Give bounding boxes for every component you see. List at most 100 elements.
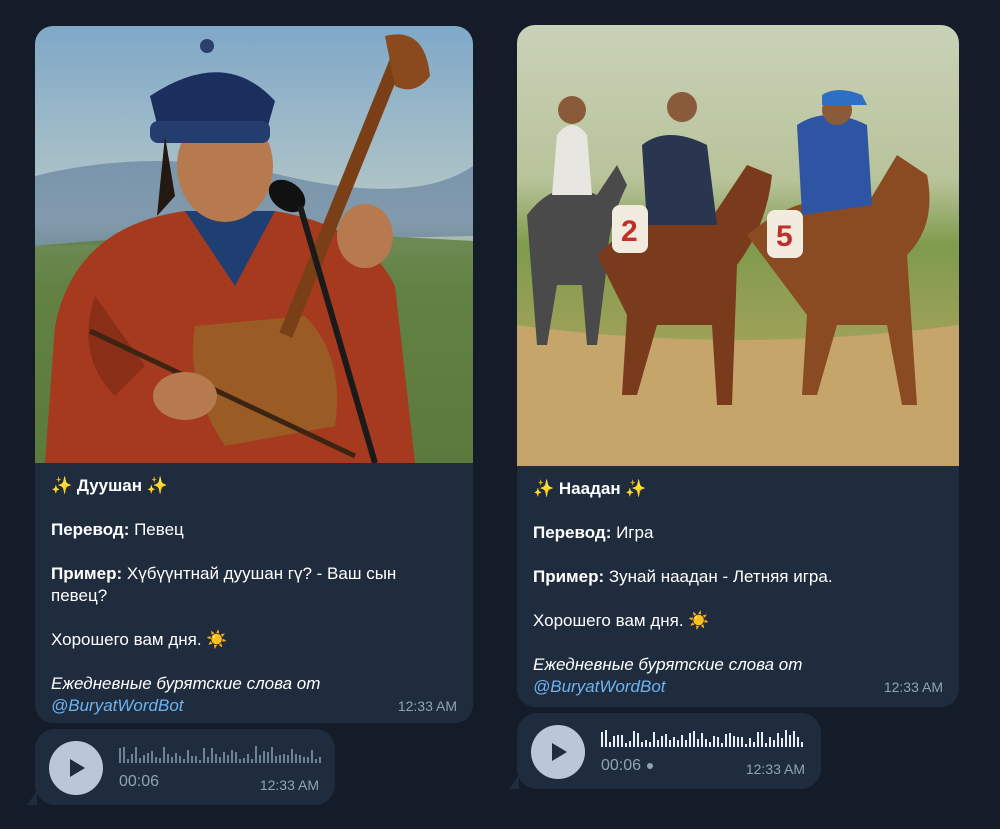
waveform-bar <box>263 751 265 763</box>
waveform-bar <box>195 756 197 763</box>
waveform-bar <box>673 737 675 747</box>
example-line: Пример: Хүбүүнтнай дуушан гү? - Ваш сын … <box>51 564 397 605</box>
sparkle-icon: ✨ <box>533 479 555 498</box>
waveform-bar <box>231 750 233 763</box>
voice-duration: 00:06 <box>119 773 160 790</box>
waveform-bar <box>649 742 651 747</box>
waveform-bar <box>291 749 293 763</box>
message-bubble-naadan[interactable]: 2 5 ✨ Наадан ✨ Перевод: Игра Пример: Зун… <box>517 25 959 707</box>
waveform-bar <box>701 733 703 747</box>
waveform-bar <box>629 741 631 747</box>
photo-singer[interactable] <box>35 26 473 463</box>
voice-time: 12:33 AM <box>745 761 805 777</box>
message-bubble-duushan[interactable]: ✨ Дуушан ✨ Перевод: Певец Пример: Хүбүүн… <box>35 26 473 723</box>
waveform-bar <box>247 754 249 763</box>
waveform-bar <box>697 739 699 747</box>
waveform-bar <box>175 753 177 763</box>
waveform-bar <box>143 755 145 763</box>
waveform-bar <box>769 737 771 747</box>
waveform-bar <box>713 736 715 747</box>
voice-duration: 00:06 <box>601 757 654 775</box>
waveform-bar <box>693 731 695 747</box>
waveform-bar <box>179 756 181 763</box>
waveform-bar <box>147 753 149 763</box>
waveform-bar <box>307 757 309 763</box>
word-title: ✨ Дуушан ✨ <box>51 476 168 495</box>
waveform-bar <box>251 759 253 763</box>
waveform-bar <box>315 759 317 763</box>
bot-link[interactable]: @BuryatWordBot <box>533 677 666 696</box>
waveform-bar <box>777 733 779 747</box>
play-icon <box>70 759 85 777</box>
translation-line: Перевод: Певец <box>51 520 184 539</box>
waveform-bar <box>657 740 659 747</box>
waveform-bar <box>227 755 229 763</box>
waveform-bar <box>131 754 133 763</box>
waveform-bar <box>761 732 763 747</box>
waveform-bar <box>159 758 161 763</box>
waveform-bar <box>215 754 217 763</box>
sparkle-icon: ✨ <box>146 476 168 495</box>
waveform-bar <box>785 730 787 747</box>
waveform-bar <box>255 746 257 763</box>
sun-icon: ☀️ <box>688 611 710 630</box>
sparkle-icon: ✨ <box>51 476 73 495</box>
waveform-bar <box>621 735 623 747</box>
waveform-bar <box>669 740 671 747</box>
waveform-bar <box>183 759 185 763</box>
waveform-bar <box>601 732 603 747</box>
translation-line: Перевод: Игра <box>533 523 654 542</box>
waveform-bar <box>725 734 727 747</box>
waveform-bar <box>741 737 743 747</box>
voice-message[interactable]: 00:06 12:33 AM <box>27 729 335 805</box>
waveform-bar <box>275 756 277 763</box>
sun-icon: ☀️ <box>206 630 228 649</box>
waveform-bar <box>123 747 125 763</box>
waveform-bar <box>637 733 639 747</box>
waveform-bar <box>661 736 663 747</box>
waveform-bar <box>271 747 273 763</box>
waveform-bar <box>613 736 615 747</box>
waveform[interactable] <box>119 745 324 765</box>
waveform-bar <box>733 736 735 747</box>
waveform-bar <box>267 752 269 763</box>
waveform-bar <box>753 742 755 747</box>
waveform-bar <box>223 752 225 763</box>
word-title: ✨ Наадан ✨ <box>533 479 647 498</box>
waveform-bar <box>279 755 281 763</box>
footer-line: Ежедневные бурятские слова от @BuryatWord… <box>533 655 803 696</box>
waveform-bar <box>681 735 683 747</box>
waveform-bar <box>749 738 751 747</box>
waveform-bar <box>641 742 643 747</box>
greeting-line: Хорошего вам дня. ☀️ <box>533 611 710 630</box>
play-icon <box>552 743 567 761</box>
waveform-bar <box>167 754 169 763</box>
waveform-bar <box>721 743 723 747</box>
waveform-bar <box>737 737 739 747</box>
waveform-bar <box>119 748 121 763</box>
waveform-bar <box>625 743 627 747</box>
bot-link[interactable]: @BuryatWordBot <box>51 696 184 715</box>
waveform-bar <box>757 732 759 747</box>
waveform-bar <box>283 754 285 763</box>
example-line: Пример: Зунай наадан - Летняя игра. <box>533 567 833 586</box>
voice-message[interactable]: 00:06 12:33 AM <box>509 713 821 789</box>
waveform-bar <box>797 737 799 747</box>
waveform-bar <box>259 755 261 763</box>
waveform-bar <box>171 757 173 763</box>
waveform-bar <box>689 733 691 747</box>
waveform-bar <box>239 759 241 763</box>
waveform-bar <box>645 740 647 747</box>
waveform[interactable] <box>601 729 806 749</box>
bubble-tail <box>509 775 519 789</box>
waveform-bar <box>219 757 221 763</box>
waveform-bar <box>705 739 707 747</box>
photo-horse-race[interactable]: 2 5 <box>517 25 959 466</box>
footer-line: Ежедневные бурятские слова от @BuryatWord… <box>51 674 321 715</box>
greeting-line: Хорошего вам дня. ☀️ <box>51 630 228 649</box>
waveform-bar <box>319 757 321 763</box>
waveform-bar <box>203 748 205 763</box>
play-button[interactable] <box>49 741 103 795</box>
play-button[interactable] <box>531 725 585 779</box>
waveform-bar <box>287 755 289 763</box>
